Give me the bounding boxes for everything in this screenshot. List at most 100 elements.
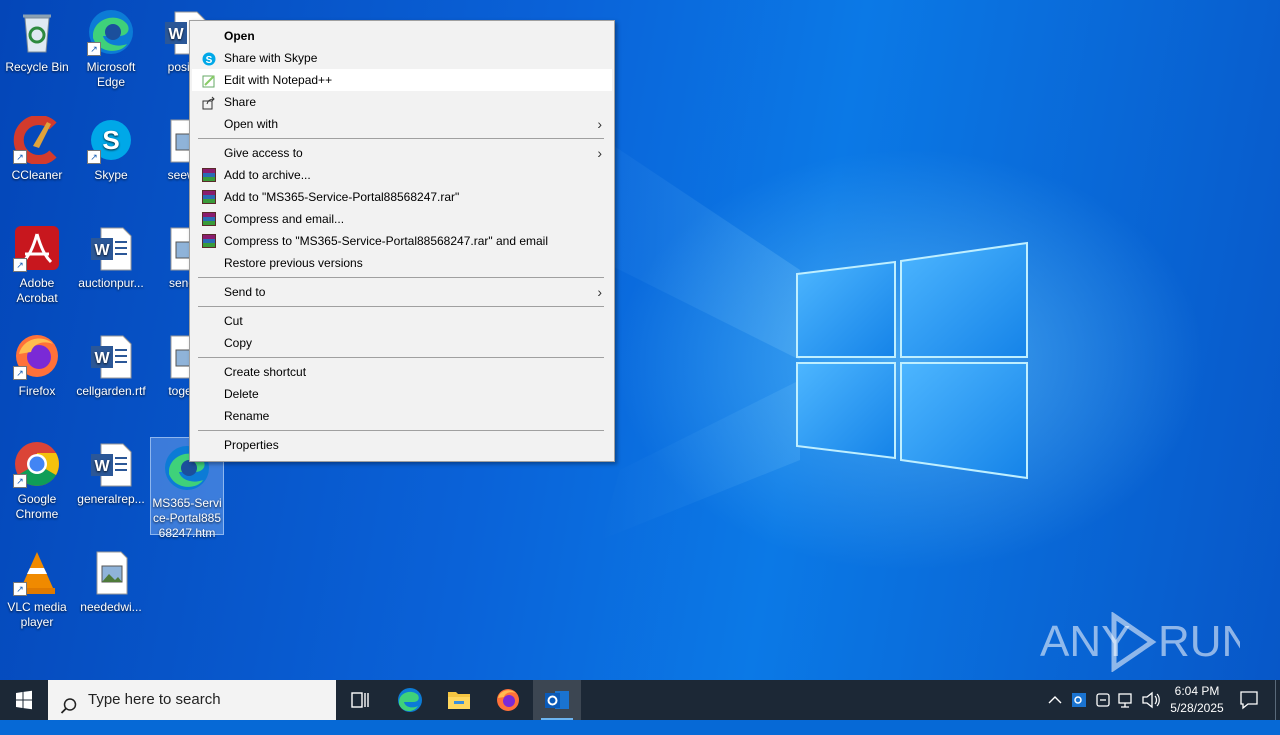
taskbar-task-view[interactable] [336,680,384,720]
chevron-right-icon: › [597,116,602,132]
taskbar-edge[interactable] [386,680,434,720]
taskbar-clock[interactable]: 6:04 PM 5/28/2025 [1160,683,1234,717]
desktop-icon-generalrep[interactable]: W generalrep... [74,434,148,507]
speaker-icon [1142,691,1160,709]
notification-center-button[interactable] [1234,680,1264,720]
menu-item-compress-and-email[interactable]: Compress and email... [192,208,612,230]
windows-logo-icon [16,690,32,710]
share-icon [202,95,216,110]
show-desktop-button[interactable] [1275,680,1276,720]
vlc-icon: ↗ [13,548,61,596]
menu-item-open[interactable]: Open [192,25,612,47]
chevron-right-icon: › [597,145,602,161]
desktop-icon-google-chrome[interactable]: ↗ Google Chrome [0,434,74,522]
desktop-icon-ccleaner[interactable]: ↗ CCleaner [0,110,74,183]
menu-item-add-to-rar[interactable]: Add to "MS365-Service-Portal88568247.rar… [192,186,612,208]
desktop-icon-label: auctionpur... [78,276,144,290]
edge-icon: ↗ [87,8,135,56]
menu-separator [198,306,604,307]
chevron-up-icon [1048,696,1062,704]
shortcut-arrow-icon: ↗ [87,150,101,164]
word-doc-icon: W [87,332,135,380]
shortcut-arrow-icon: ↗ [13,474,27,488]
menu-item-share[interactable]: Share [192,91,612,113]
tray-overflow-chevron[interactable] [1044,680,1066,720]
notepadpp-icon [202,73,216,88]
menu-item-cut[interactable]: Cut [192,310,612,332]
winrar-icon [202,212,216,226]
desktop-icon-label: Firefox [18,384,56,398]
desktop-icon-skype[interactable]: S ↗ Skype [74,110,148,183]
menu-item-restore-previous-versions[interactable]: Restore previous versions [192,252,612,274]
taskbar-firefox[interactable] [484,680,532,720]
menu-item-share-with-skype[interactable]: S Share with Skype [192,47,612,69]
menu-item-create-shortcut[interactable]: Create shortcut [192,361,612,383]
taskbar: Type here to search 6:04 PM 5/28/2025 [0,680,1280,720]
menu-item-edit-with-notepadpp[interactable]: Edit with Notepad++ [192,69,612,91]
menu-item-label: Compress to "MS365-Service-Portal8856824… [224,234,549,248]
menu-item-label: Rename [224,409,270,423]
desktop-icon-recycle-bin[interactable]: Recycle Bin [0,2,74,75]
menu-item-compress-to-rar-and-email[interactable]: Compress to "MS365-Service-Portal8856824… [192,230,612,252]
task-view-icon [351,692,369,708]
winrar-icon [202,190,216,204]
desktop-icon-auctionpur[interactable]: W auctionpur... [74,218,148,291]
menu-item-delete[interactable]: Delete [192,383,612,405]
search-placeholder: Type here to search [88,691,221,708]
tray-volume[interactable] [1140,680,1162,720]
winrar-icon [202,168,216,182]
desktop-icon-label: MS365-Service-Portal88568247.htm [152,496,222,540]
svg-text:S: S [206,55,213,66]
edge-icon [398,688,422,712]
menu-item-label: Add to archive... [224,168,311,182]
taskbar-search-box[interactable]: Type here to search [48,680,336,720]
menu-item-label: Add to "MS365-Service-Portal88568247.rar… [224,190,460,204]
menu-item-label: Edit with Notepad++ [224,73,333,87]
watermark-text-left: ANY [1040,617,1130,666]
svg-text:W: W [94,242,110,259]
menu-item-open-with[interactable]: Open with › [192,113,612,135]
tray-device[interactable] [1092,680,1114,720]
menu-item-rename[interactable]: Rename [192,405,612,427]
desktop-icon-microsoft-edge[interactable]: ↗ Microsoft Edge [74,2,148,90]
taskbar-outlook[interactable] [533,680,581,720]
desktop-icon-neededwi[interactable]: neededwi... [74,542,148,615]
desktop-icon-cellgarden[interactable]: W cellgarden.rtf [74,326,148,399]
tray-network[interactable] [1116,680,1138,720]
menu-item-add-to-archive[interactable]: Add to archive... [192,164,612,186]
menu-item-label: Compress and email... [224,212,345,226]
desktop-icon-label: Recycle Bin [5,60,69,74]
recycle-bin-icon [13,8,61,56]
chevron-right-icon: › [597,284,602,300]
menu-item-copy[interactable]: Copy [192,332,612,354]
shortcut-arrow-icon: ↗ [13,582,27,596]
menu-item-properties[interactable]: Properties [192,434,612,456]
desktop-icon-label: cellgarden.rtf [76,384,146,398]
firefox-icon: ↗ [13,332,61,380]
menu-item-label: Share with Skype [224,51,318,65]
taskbar-file-explorer[interactable] [435,680,483,720]
tray-outlook[interactable] [1068,680,1090,720]
menu-item-give-access-to[interactable]: Give access to › [192,142,612,164]
desktop-icon-vlc[interactable]: ↗ VLC media player [0,542,74,630]
skype-icon: S ↗ [87,116,135,164]
outlook-icon [545,691,569,709]
desktop[interactable]: Recycle Bin ↗ CCleaner ↗ Adobe Acrobat ↗… [0,0,1280,680]
shortcut-arrow-icon: ↗ [13,258,27,272]
firefox-icon [497,689,519,711]
desktop-icon-label: generalrep... [77,492,145,506]
start-button[interactable] [0,680,48,720]
desktop-icon-label: Skype [94,168,128,182]
desktop-icon-adobe-acrobat[interactable]: ↗ Adobe Acrobat [0,218,74,306]
desktop-icon-firefox[interactable]: ↗ Firefox [0,326,74,399]
svg-text:S: S [102,125,119,155]
shortcut-arrow-icon: ↗ [13,366,27,380]
menu-item-send-to[interactable]: Send to › [192,281,612,303]
context-menu: Open S Share with Skype Edit with Notepa… [189,20,615,462]
chrome-icon: ↗ [13,440,61,488]
menu-item-label: Send to [224,285,266,299]
search-icon [60,691,78,714]
clock-time: 6:04 PM [1174,684,1220,698]
watermark-text-right: RUN [1158,617,1240,666]
menu-item-label: Restore previous versions [224,256,363,270]
